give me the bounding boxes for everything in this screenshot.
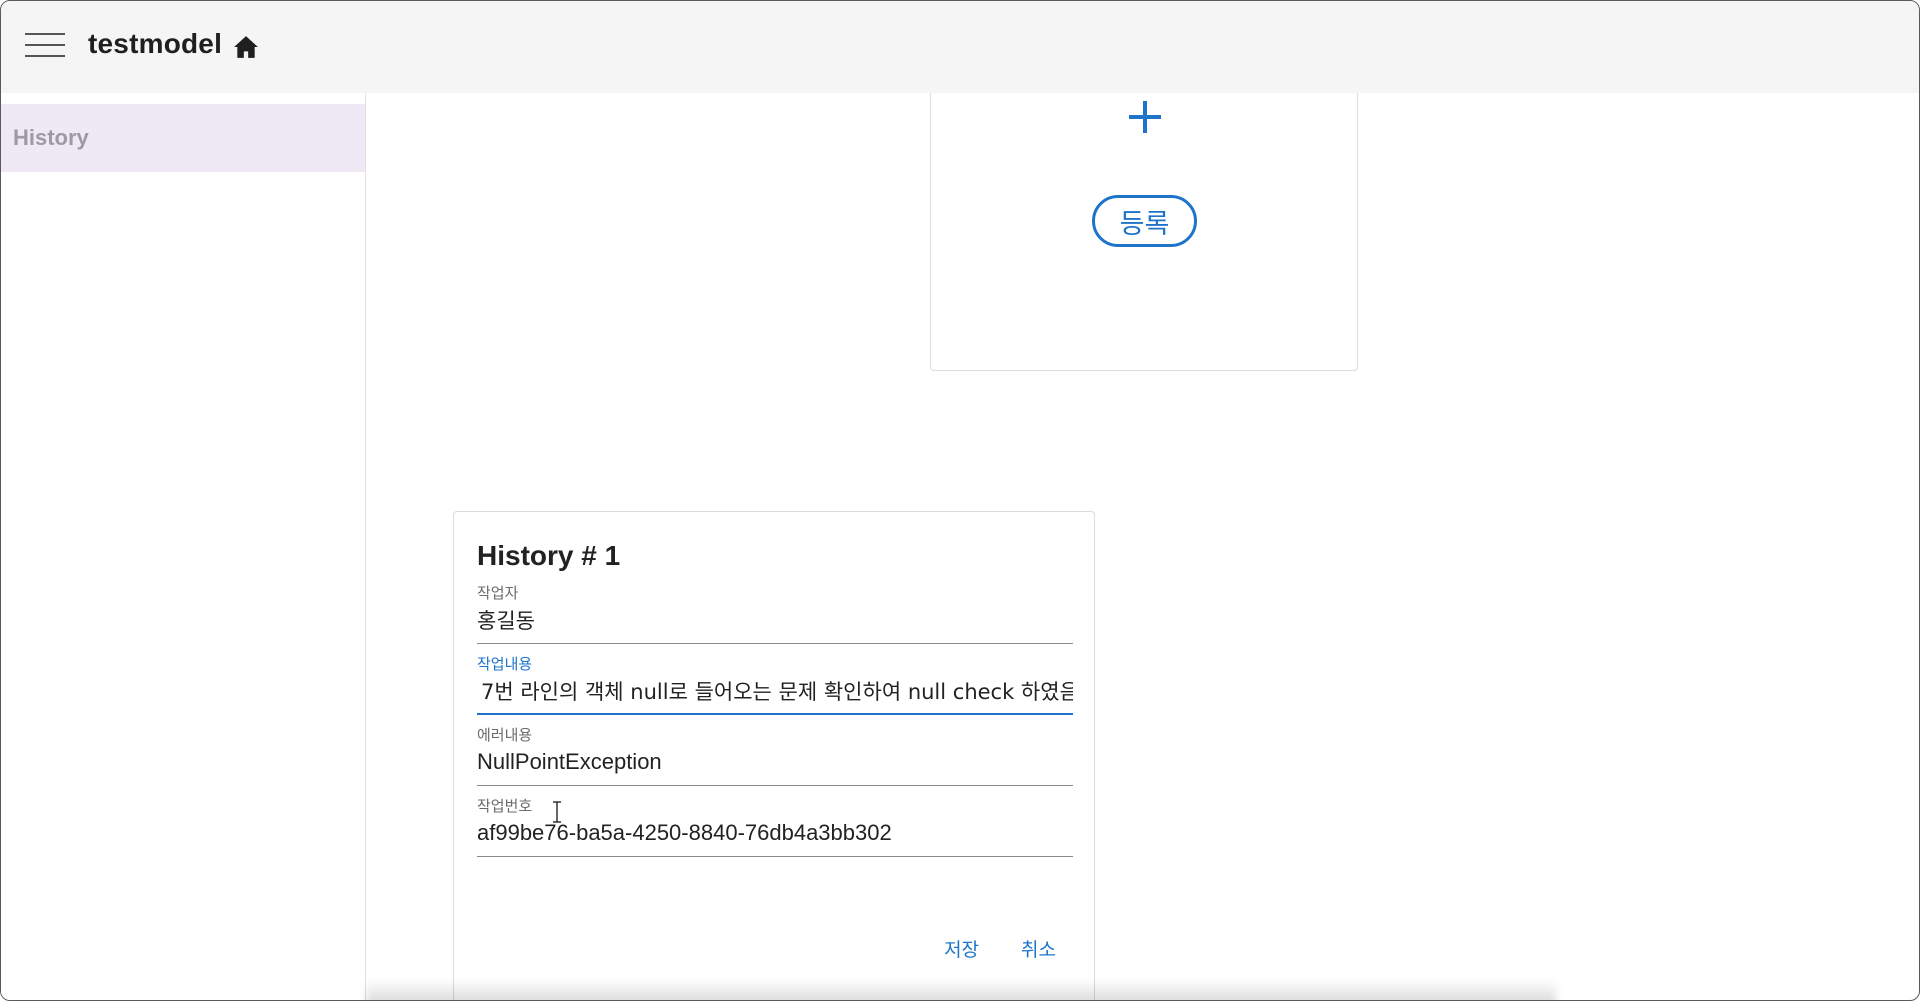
top-app-bar: testmodel [1, 1, 1919, 93]
work-content-label: 작업내용 [477, 655, 533, 673]
history-card: History # 1 작업자 작업내용 에러내용 작업번호 저장 취소 [453, 511, 1095, 1000]
cancel-button[interactable]: 취소 [1021, 935, 1056, 962]
home-icon[interactable] [233, 35, 259, 59]
card-actions: 저장 취소 [944, 935, 1056, 962]
work-content-input[interactable] [477, 675, 1073, 707]
worker-field: 작업자 [477, 582, 1073, 644]
hamburger-menu-icon[interactable] [21, 27, 69, 63]
worker-input[interactable] [477, 604, 1073, 636]
add-history-card: 등록 [930, 93, 1358, 371]
work-number-input[interactable] [477, 817, 1073, 849]
plus-icon[interactable] [1127, 95, 1163, 135]
error-content-label: 에러내용 [477, 726, 533, 744]
error-content-input[interactable] [477, 746, 1073, 778]
register-button[interactable]: 등록 [1092, 195, 1197, 247]
bottom-shadow [366, 979, 1556, 1000]
error-content-field: 에러내용 [477, 724, 1073, 786]
history-title: History # 1 [477, 540, 621, 571]
worker-label: 작업자 [477, 584, 519, 602]
work-number-field: 작업번호 [477, 795, 1073, 857]
text-cursor-icon [553, 801, 561, 823]
sidebar-item-label: History [13, 125, 89, 150]
app-window: testmodel History 등록 History # 1 작업자 작업내… [0, 0, 1920, 1001]
work-number-label: 작업번호 [477, 797, 533, 815]
sidebar-item-history[interactable]: History [1, 104, 365, 172]
save-button[interactable]: 저장 [944, 935, 979, 962]
work-content-field: 작업내용 [477, 653, 1073, 715]
app-title: testmodel [88, 28, 223, 59]
sidebar: History [1, 93, 366, 1000]
